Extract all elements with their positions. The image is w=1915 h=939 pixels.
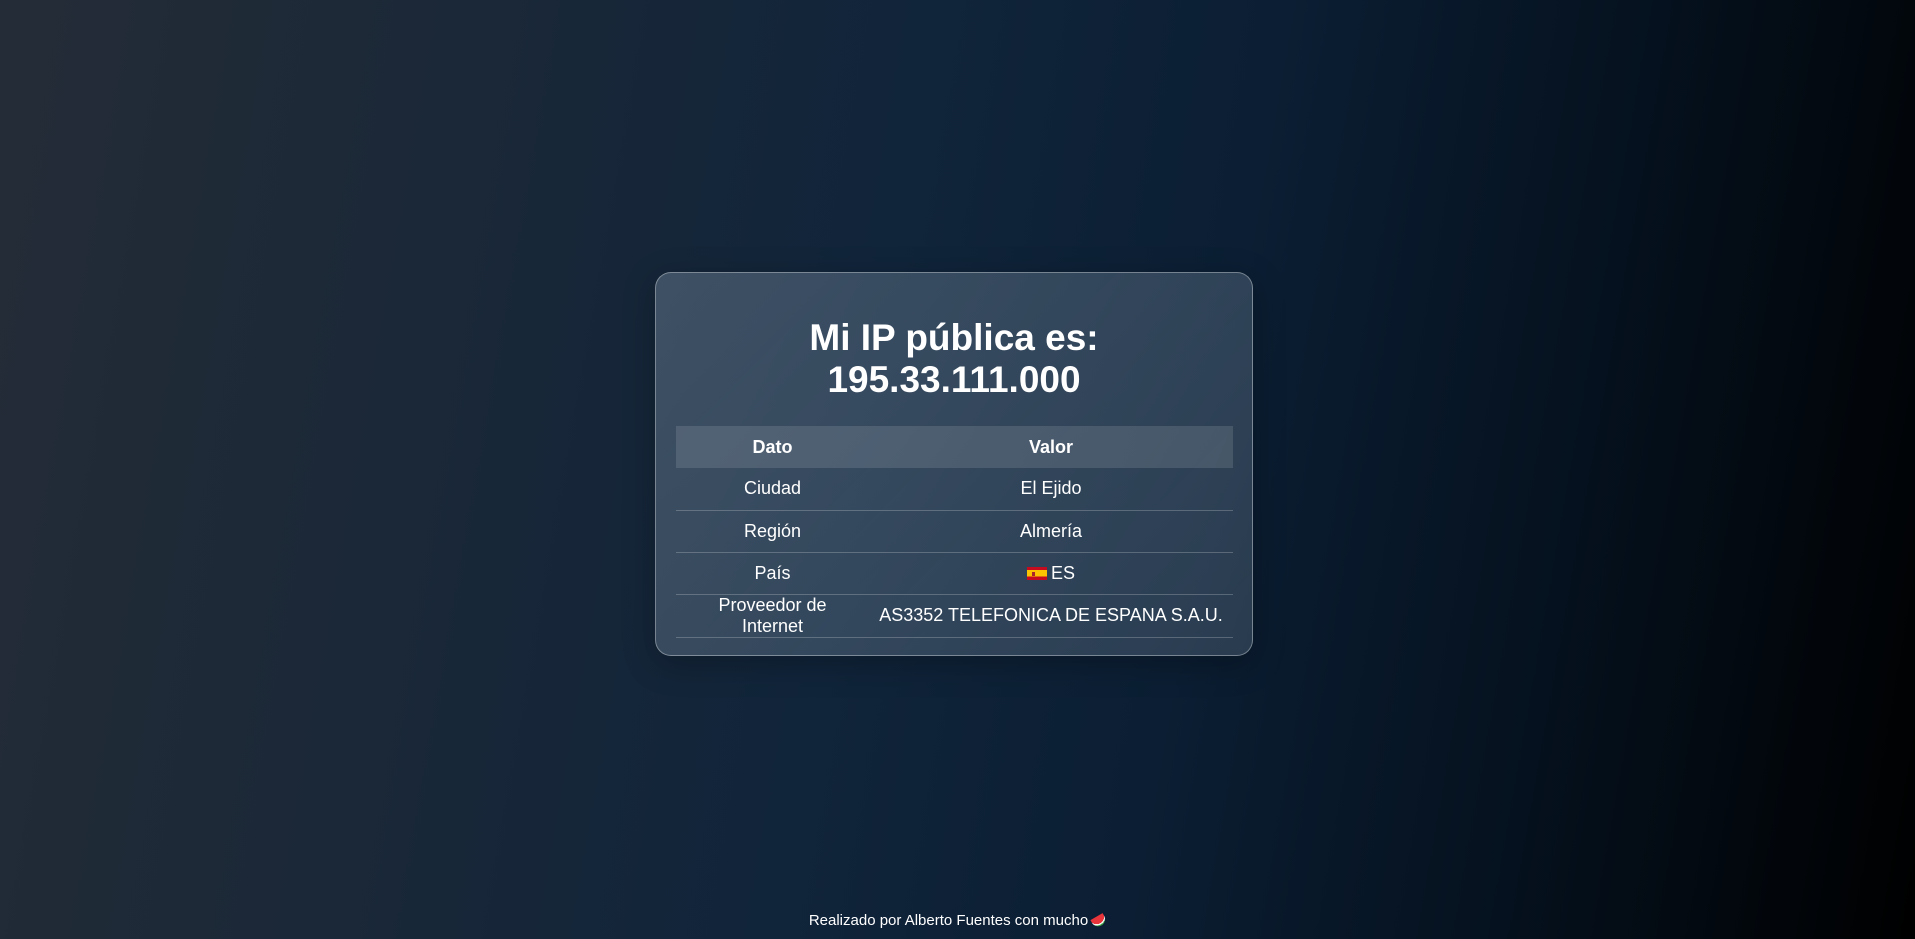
footer-text: Realizado por Alberto Fuentes con mucho [808,912,1089,929]
title-text: Mi IP pública es: [809,317,1099,358]
row-value-region: Almería [869,510,1233,553]
row-label-ciudad: Ciudad [676,468,869,511]
table-row: País ES [676,552,1233,595]
table-row: Ciudad El Ejido [676,468,1233,511]
row-label-pais: País [676,552,869,595]
row-label-isp: Proveedor de Internet [676,594,869,638]
ip-details-table: Dato Valor Ciudad El Ejido Región Almerí… [676,426,1233,638]
table-header-row: Dato Valor [676,426,1233,468]
ip-info-card: Mi IP pública es: 195.33.111.000 Dato Va… [655,272,1253,656]
footer: Realizado por Alberto Fuentes con mucho [0,911,1915,931]
row-value-ciudad: El Ejido [869,468,1233,511]
watermelon-icon [1090,913,1108,929]
ip-address: 195.33.111.000 [827,359,1081,400]
page-title: Mi IP pública es: 195.33.111.000 [656,317,1252,401]
table-row: Región Almería [676,510,1233,553]
spain-flag-icon [1026,566,1047,580]
table-row: Proveedor de Internet AS3352 TELEFONICA … [676,594,1233,638]
row-value-pais: ES [869,552,1233,595]
column-header-dato: Dato [676,426,869,468]
row-value-isp: AS3352 TELEFONICA DE ESPANA S.A.U. [869,594,1233,638]
row-label-region: Región [676,510,869,553]
column-header-valor: Valor [869,426,1233,468]
country-code: ES [1050,562,1075,583]
